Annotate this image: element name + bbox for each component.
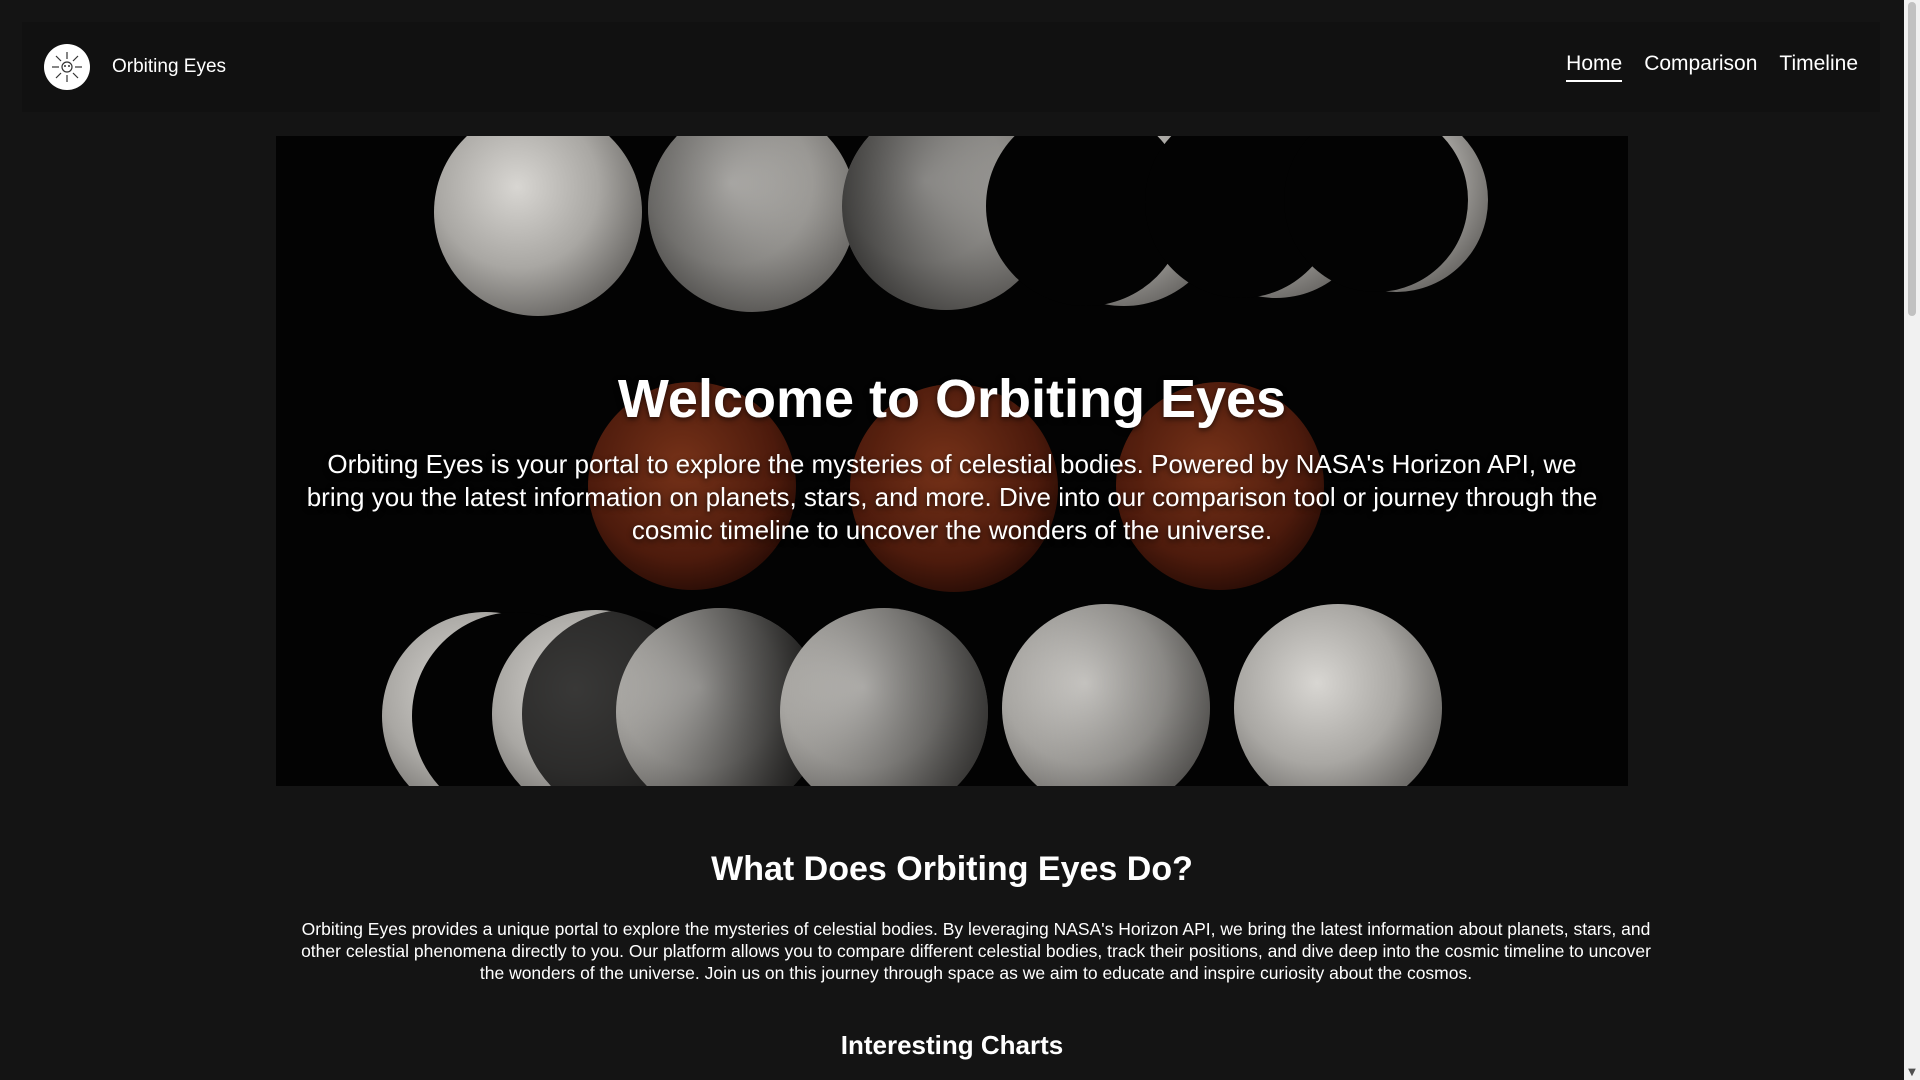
about-description: Orbiting Eyes provides a unique portal t… [301, 919, 1651, 983]
nav-link-home[interactable]: Home [1566, 52, 1623, 82]
hero-banner: Welcome to Orbiting Eyes Orbiting Eyes i… [276, 136, 1628, 786]
nav-link-timeline[interactable]: Timeline [1779, 52, 1858, 82]
nav-links: Home Comparison Timeline [1566, 52, 1858, 82]
navbar: Orbiting Eyes Home Comparison Timeline [22, 22, 1880, 112]
brand[interactable]: Orbiting Eyes [44, 44, 226, 90]
nav-link-comparison[interactable]: Comparison [1644, 52, 1757, 82]
hero-title: Welcome to Orbiting Eyes [617, 369, 1287, 429]
hero-text: Welcome to Orbiting Eyes Orbiting Eyes i… [276, 136, 1628, 786]
sun-emblem-icon[interactable] [44, 44, 90, 90]
brand-name[interactable]: Orbiting Eyes [112, 56, 226, 78]
about-title: What Does Orbiting Eyes Do? [711, 850, 1193, 888]
page: Orbiting Eyes Home Comparison Timeline W… [0, 0, 1904, 1080]
vertical-scrollbar[interactable]: ▼ [1904, 0, 1920, 1080]
scrollbar-thumb[interactable] [1908, 2, 1916, 316]
charts-title: Interesting Charts [840, 1030, 1064, 1060]
hero-description: Orbiting Eyes is your portal to explore … [306, 449, 1598, 545]
scroll-down-arrow-icon[interactable]: ▼ [1904, 1064, 1920, 1080]
